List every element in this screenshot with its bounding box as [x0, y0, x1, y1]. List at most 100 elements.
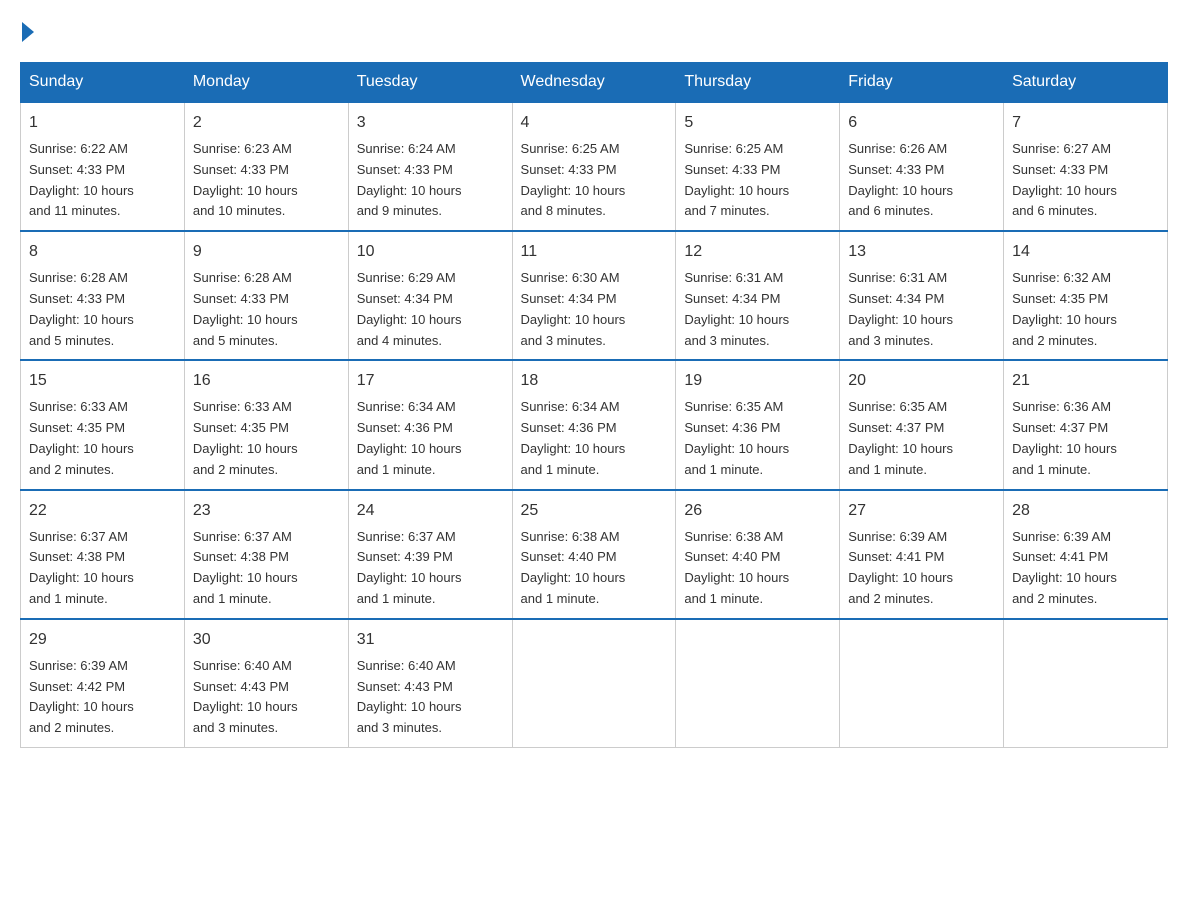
day-info: Sunrise: 6:39 AMSunset: 4:41 PMDaylight:…	[1012, 527, 1159, 610]
day-number: 18	[521, 369, 668, 393]
day-info: Sunrise: 6:25 AMSunset: 4:33 PMDaylight:…	[521, 139, 668, 222]
day-number: 23	[193, 499, 340, 523]
day-number: 29	[29, 628, 176, 652]
calendar-cell: 23 Sunrise: 6:37 AMSunset: 4:38 PMDayligh…	[184, 490, 348, 619]
calendar-cell: 5Sunrise: 6:25 AMSunset: 4:33 PMDaylight…	[676, 102, 840, 231]
calendar-cell: 19 Sunrise: 6:35 AMSunset: 4:36 PMDayligh…	[676, 360, 840, 489]
day-number: 15	[29, 369, 176, 393]
calendar-cell	[676, 619, 840, 748]
calendar-cell: 22 Sunrise: 6:37 AMSunset: 4:38 PMDayligh…	[21, 490, 185, 619]
day-info: Sunrise: 6:28 AMSunset: 4:33 PMDaylight:…	[29, 268, 176, 351]
day-number: 31	[357, 628, 504, 652]
calendar-week-row: 8 Sunrise: 6:28 AMSunset: 4:33 PMDaylight…	[21, 231, 1168, 360]
day-number: 12	[684, 240, 831, 264]
day-info: Sunrise: 6:40 AMSunset: 4:43 PMDaylight:…	[193, 656, 340, 739]
day-info: Sunrise: 6:32 AMSunset: 4:35 PMDaylight:…	[1012, 268, 1159, 351]
day-info: Sunrise: 6:35 AMSunset: 4:37 PMDaylight:…	[848, 397, 995, 480]
day-info: Sunrise: 6:27 AMSunset: 4:33 PMDaylight:…	[1012, 139, 1159, 222]
day-number: 16	[193, 369, 340, 393]
day-number: 26	[684, 499, 831, 523]
day-number: 21	[1012, 369, 1159, 393]
calendar-cell	[512, 619, 676, 748]
day-info: Sunrise: 6:37 AMSunset: 4:38 PMDaylight:…	[193, 527, 340, 610]
day-number: 3	[357, 111, 504, 135]
day-info: Sunrise: 6:31 AMSunset: 4:34 PMDaylight:…	[848, 268, 995, 351]
calendar-cell: 13 Sunrise: 6:31 AMSunset: 4:34 PMDayligh…	[840, 231, 1004, 360]
day-info: Sunrise: 6:34 AMSunset: 4:36 PMDaylight:…	[521, 397, 668, 480]
calendar-cell: 28 Sunrise: 6:39 AMSunset: 4:41 PMDayligh…	[1004, 490, 1168, 619]
calendar-week-row: 22 Sunrise: 6:37 AMSunset: 4:38 PMDayligh…	[21, 490, 1168, 619]
day-info: Sunrise: 6:34 AMSunset: 4:36 PMDaylight:…	[357, 397, 504, 480]
calendar-cell: 3Sunrise: 6:24 AMSunset: 4:33 PMDaylight…	[348, 102, 512, 231]
calendar-cell: 30 Sunrise: 6:40 AMSunset: 4:43 PMDayligh…	[184, 619, 348, 748]
calendar-cell	[1004, 619, 1168, 748]
day-number: 8	[29, 240, 176, 264]
calendar-cell: 27Sunrise: 6:39 AMSunset: 4:41 PMDayligh…	[840, 490, 1004, 619]
day-number: 13	[848, 240, 995, 264]
calendar-week-row: 29 Sunrise: 6:39 AMSunset: 4:42 PMDayligh…	[21, 619, 1168, 748]
calendar-cell: 6 Sunrise: 6:26 AMSunset: 4:33 PMDaylight…	[840, 102, 1004, 231]
day-info: Sunrise: 6:38 AMSunset: 4:40 PMDaylight:…	[521, 527, 668, 610]
calendar-cell: 29 Sunrise: 6:39 AMSunset: 4:42 PMDayligh…	[21, 619, 185, 748]
day-number: 30	[193, 628, 340, 652]
calendar-cell: 24 Sunrise: 6:37 AMSunset: 4:39 PMDayligh…	[348, 490, 512, 619]
day-info: Sunrise: 6:39 AMSunset: 4:42 PMDaylight:…	[29, 656, 176, 739]
calendar-cell: 2 Sunrise: 6:23 AMSunset: 4:33 PMDaylight…	[184, 102, 348, 231]
day-info: Sunrise: 6:31 AMSunset: 4:34 PMDaylight:…	[684, 268, 831, 351]
logo-text	[20, 20, 34, 42]
day-number: 11	[521, 240, 668, 264]
column-header-wednesday: Wednesday	[512, 63, 676, 103]
calendar-cell	[840, 619, 1004, 748]
day-info: Sunrise: 6:28 AMSunset: 4:33 PMDaylight:…	[193, 268, 340, 351]
calendar-cell: 8 Sunrise: 6:28 AMSunset: 4:33 PMDaylight…	[21, 231, 185, 360]
calendar-cell: 4 Sunrise: 6:25 AMSunset: 4:33 PMDaylight…	[512, 102, 676, 231]
day-number: 19	[684, 369, 831, 393]
calendar-cell: 12 Sunrise: 6:31 AMSunset: 4:34 PMDayligh…	[676, 231, 840, 360]
day-info: Sunrise: 6:23 AMSunset: 4:33 PMDaylight:…	[193, 139, 340, 222]
calendar-cell: 17 Sunrise: 6:34 AMSunset: 4:36 PMDayligh…	[348, 360, 512, 489]
day-number: 20	[848, 369, 995, 393]
day-number: 22	[29, 499, 176, 523]
day-number: 27	[848, 499, 995, 523]
column-header-friday: Friday	[840, 63, 1004, 103]
day-info: Sunrise: 6:22 AMSunset: 4:33 PMDaylight:…	[29, 139, 176, 222]
day-info: Sunrise: 6:35 AMSunset: 4:36 PMDaylight:…	[684, 397, 831, 480]
calendar-week-row: 1Sunrise: 6:22 AMSunset: 4:33 PMDaylight…	[21, 102, 1168, 231]
day-number: 7	[1012, 111, 1159, 135]
logo-triangle-icon	[22, 22, 34, 42]
day-info: Sunrise: 6:37 AMSunset: 4:38 PMDaylight:…	[29, 527, 176, 610]
day-number: 17	[357, 369, 504, 393]
day-info: Sunrise: 6:26 AMSunset: 4:33 PMDaylight:…	[848, 139, 995, 222]
calendar-cell: 11 Sunrise: 6:30 AMSunset: 4:34 PMDayligh…	[512, 231, 676, 360]
page-header	[20, 20, 1168, 42]
calendar-cell: 18 Sunrise: 6:34 AMSunset: 4:36 PMDayligh…	[512, 360, 676, 489]
column-header-saturday: Saturday	[1004, 63, 1168, 103]
day-info: Sunrise: 6:33 AMSunset: 4:35 PMDaylight:…	[29, 397, 176, 480]
day-number: 4	[521, 111, 668, 135]
column-header-tuesday: Tuesday	[348, 63, 512, 103]
column-header-thursday: Thursday	[676, 63, 840, 103]
calendar-cell: 9Sunrise: 6:28 AMSunset: 4:33 PMDaylight…	[184, 231, 348, 360]
calendar-cell: 31 Sunrise: 6:40 AMSunset: 4:43 PMDayligh…	[348, 619, 512, 748]
day-number: 28	[1012, 499, 1159, 523]
day-info: Sunrise: 6:38 AMSunset: 4:40 PMDaylight:…	[684, 527, 831, 610]
day-info: Sunrise: 6:40 AMSunset: 4:43 PMDaylight:…	[357, 656, 504, 739]
day-number: 14	[1012, 240, 1159, 264]
calendar-cell: 1Sunrise: 6:22 AMSunset: 4:33 PMDaylight…	[21, 102, 185, 231]
day-number: 24	[357, 499, 504, 523]
day-info: Sunrise: 6:36 AMSunset: 4:37 PMDaylight:…	[1012, 397, 1159, 480]
day-info: Sunrise: 6:25 AMSunset: 4:33 PMDaylight:…	[684, 139, 831, 222]
day-info: Sunrise: 6:29 AMSunset: 4:34 PMDaylight:…	[357, 268, 504, 351]
logo-blue-part	[20, 20, 34, 42]
day-number: 10	[357, 240, 504, 264]
day-number: 2	[193, 111, 340, 135]
calendar-cell: 21 Sunrise: 6:36 AMSunset: 4:37 PMDayligh…	[1004, 360, 1168, 489]
calendar-week-row: 15 Sunrise: 6:33 AMSunset: 4:35 PMDayligh…	[21, 360, 1168, 489]
day-number: 6	[848, 111, 995, 135]
calendar-cell: 16 Sunrise: 6:33 AMSunset: 4:35 PMDayligh…	[184, 360, 348, 489]
day-info: Sunrise: 6:33 AMSunset: 4:35 PMDaylight:…	[193, 397, 340, 480]
column-header-sunday: Sunday	[21, 63, 185, 103]
day-info: Sunrise: 6:37 AMSunset: 4:39 PMDaylight:…	[357, 527, 504, 610]
calendar-table: SundayMondayTuesdayWednesdayThursdayFrid…	[20, 62, 1168, 748]
day-info: Sunrise: 6:30 AMSunset: 4:34 PMDaylight:…	[521, 268, 668, 351]
